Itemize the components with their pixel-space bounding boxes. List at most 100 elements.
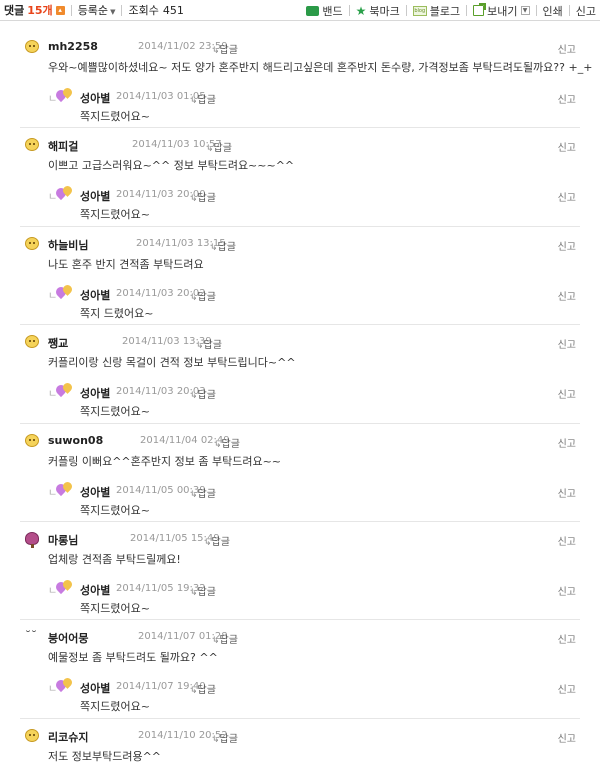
report-link[interactable]: 신고 [558,139,576,154]
report-link[interactable]: 신고 [558,238,576,253]
send-label: 보내기 [487,4,518,18]
sketch-avatar-icon: ˘˘ [25,629,37,643]
reply-author[interactable]: 성아별 [80,90,110,106]
reply-arrow-icon: ↳ [206,144,214,154]
comment-author[interactable]: 해피걸 [48,138,78,154]
reply-arrow-icon: ↳ [190,96,198,106]
report-link[interactable]: 신고 [558,485,576,500]
views-label: 조회수 [128,4,159,17]
sort-dropdown[interactable]: 등록순 ▼ [78,2,116,18]
comment-divider [20,423,580,424]
report-link[interactable]: 신고 [558,189,576,204]
blog-icon: blog [412,5,427,16]
reply-link[interactable]: ↳답글 [190,189,216,204]
divider [348,5,350,16]
avatar[interactable] [25,237,41,251]
report-link[interactable]: 신고 [558,91,576,106]
comment-body: 커플링 이뻐요^^혼주반지 정보 좀 부탁드려요~~ [48,455,282,468]
heart-avatar-icon[interactable] [53,578,74,596]
comment-summary: 댓글 15개 ▴ 등록순 ▼ 조회수 451 [0,0,184,21]
reply-author[interactable]: 성아별 [80,385,110,401]
heart-avatar-icon[interactable] [53,381,74,399]
reply-link[interactable]: ↳답글 [190,583,216,598]
heart-avatar-icon[interactable] [53,86,74,104]
reply-link[interactable]: ↳답글 [204,533,230,548]
reply-link-label: 답글 [211,537,230,548]
send-button[interactable]: 보내기 ▼ [473,3,530,19]
print-label: 인쇄 [542,4,563,18]
send-icon [473,3,487,16]
comment-author[interactable]: 마롱님 [48,532,78,548]
chevron-down-icon: ▼ [110,8,116,16]
smiley-avatar-icon [25,40,39,53]
collapse-toggle-icon[interactable]: ▴ [55,5,65,15]
comment-author[interactable]: mh2258 [48,40,98,53]
report-link[interactable]: 신고 [558,681,576,696]
reply-link[interactable]: ↳답글 [190,681,216,696]
report-link[interactable]: 신고 [558,730,576,745]
reply-link[interactable]: ↳답글 [206,139,232,154]
report-button[interactable]: 신고 [576,3,596,19]
reply-link-label: 답글 [217,242,236,253]
reply-author[interactable]: 성아별 [80,188,110,204]
heart-avatar-icon[interactable] [53,184,74,202]
report-link[interactable]: 신고 [558,533,576,548]
reply-link[interactable]: ↳답글 [210,238,236,253]
comment-author[interactable]: 붕어어뭉 [48,630,88,646]
chevron-down-icon[interactable]: ▼ [520,6,530,15]
reply-link[interactable]: ↳답글 [212,41,238,56]
star-icon: ★ [355,3,367,18]
reply-link[interactable]: ↳답글 [212,631,238,646]
blog-button[interactable]: blog 블로그 [412,3,460,19]
reply-link[interactable]: ↳답글 [190,91,216,106]
comment-author[interactable]: suwon08 [48,434,103,447]
avatar[interactable]: ˘˘ [25,630,41,644]
comment-author[interactable]: 하늘비님 [48,237,88,253]
avatar[interactable] [25,335,41,349]
avatar[interactable] [25,40,41,54]
report-link[interactable]: 신고 [558,41,576,56]
report-link[interactable]: 신고 [558,583,576,598]
divider [70,4,72,16]
band-button[interactable]: 밴드 [306,3,343,19]
reply-author[interactable]: 성아별 [80,680,110,696]
divider [405,5,407,16]
reply-link[interactable]: ↳답글 [196,336,222,351]
report-link[interactable]: 신고 [558,288,576,303]
reply-author[interactable]: 성아별 [80,287,110,303]
comment-body: 우와~예쁠많이하셨네요~ 저도 양가 혼주반지 해드리고싶은데 혼주반지 돈수량… [48,61,593,74]
comment-label: 댓글 [4,4,25,17]
reply-arrow-icon: ↳ [190,391,198,401]
reply-link[interactable]: ↳답글 [212,730,238,745]
comment-divider [20,521,580,522]
reply-body: 쪽지드렸어요~ [80,405,150,418]
report-link[interactable]: 신고 [558,386,576,401]
avatar[interactable] [25,532,41,548]
reply-link[interactable]: ↳답글 [190,386,216,401]
reply-link[interactable]: ↳답글 [214,435,240,450]
divider [568,5,570,16]
report-label: 신고 [575,4,596,18]
avatar[interactable] [25,729,41,743]
report-link[interactable]: 신고 [558,631,576,646]
heart-avatar-icon[interactable] [53,283,74,301]
report-link[interactable]: 신고 [558,336,576,351]
print-button[interactable]: 인쇄 [543,3,563,19]
reply-author[interactable]: 성아별 [80,484,110,500]
reply-link[interactable]: ↳답글 [190,485,216,500]
report-link[interactable]: 신고 [558,435,576,450]
avatar[interactable] [25,138,41,152]
reply-link[interactable]: ↳답글 [190,288,216,303]
comment-toolbar: 댓글 15개 ▴ 등록순 ▼ 조회수 451 밴드 ★ 북마크 blog 블로그 보내… [0,0,600,21]
comment-divider [20,619,580,620]
avatar[interactable] [25,434,41,448]
comment-author[interactable]: 리코슈지 [48,729,88,745]
reply-arrow-icon: ↳ [196,341,204,351]
reply-author[interactable]: 성아별 [80,582,110,598]
heart-avatar-icon[interactable] [53,480,74,498]
heart-avatar-icon[interactable] [53,676,74,694]
reply-link-label: 답글 [197,489,216,500]
bookmark-button[interactable]: ★ 북마크 [356,3,400,19]
comment-author[interactable]: 쨍교 [48,335,68,351]
divider [466,5,468,16]
